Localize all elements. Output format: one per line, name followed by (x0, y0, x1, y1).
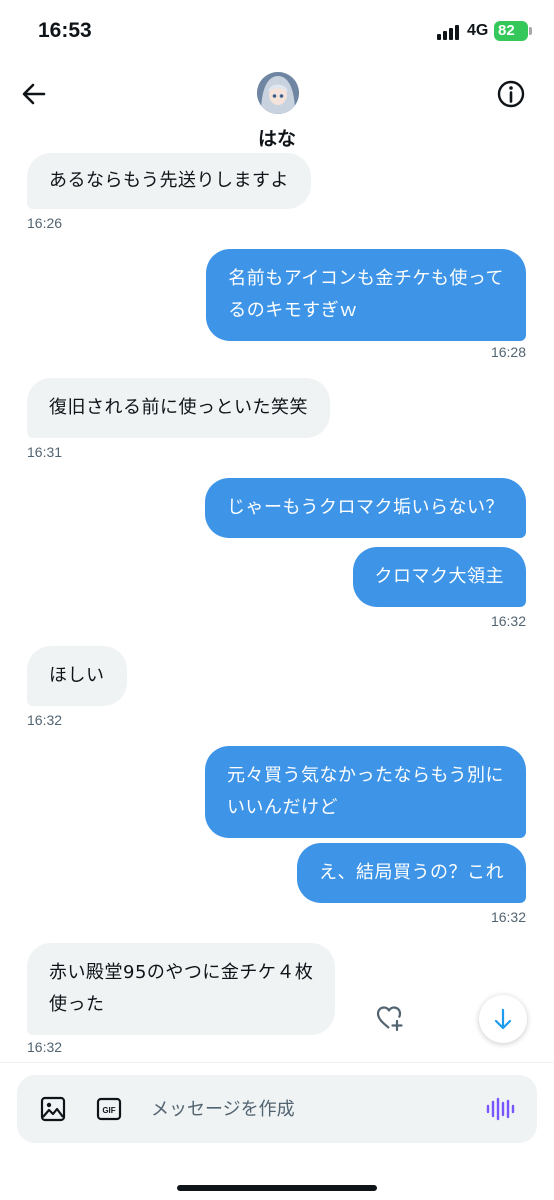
voice-wave-icon (486, 1097, 515, 1121)
message-input[interactable] (151, 1089, 471, 1129)
scroll-to-bottom-button[interactable] (479, 995, 527, 1043)
message-outgoing[interactable]: クロマク大領主 (352, 547, 526, 607)
gif-label: GIF (102, 1106, 115, 1115)
arrow-left-icon (22, 83, 46, 105)
conversation-header: はな (0, 64, 554, 160)
heart-plus-icon (376, 1006, 403, 1032)
message-incoming[interactable]: 復旧される前に使っといた笑笑 (27, 378, 330, 438)
home-indicator (177, 1185, 377, 1191)
back-button[interactable] (18, 78, 50, 110)
info-circle-icon (497, 80, 525, 108)
info-button[interactable] (495, 78, 527, 110)
voice-message-button[interactable] (485, 1095, 515, 1123)
network-type: 4G (467, 22, 489, 39)
message-line: いいんだけど (227, 797, 339, 818)
message-line: るのキモすぎｗ (228, 300, 358, 321)
status-bar: 16:53 4G 82 (0, 0, 554, 64)
message-outgoing[interactable]: じゃーもうクロマク垢いらない？ (205, 478, 526, 538)
battery-icon: 82 (494, 21, 528, 41)
message-line: 名前もアイコンも金チケも使って (228, 268, 504, 289)
signal-strength-icon (437, 24, 461, 40)
status-time: 16:53 (38, 19, 92, 42)
message-line: 赤い殿堂95のやつに金チケ４枚 (49, 962, 314, 983)
battery-tip (529, 27, 532, 35)
attach-gif-button[interactable]: GIF (96, 1096, 122, 1122)
message-line: 使った (49, 994, 105, 1015)
message-timestamp: 16:32 (27, 1039, 63, 1055)
message-timestamp: 16:28 (490, 344, 526, 360)
message-timestamp: 16:26 (27, 215, 63, 231)
composer-divider (0, 1062, 554, 1063)
attach-image-button[interactable] (39, 1095, 67, 1123)
message-outgoing[interactable]: え、結局買うの？これ (297, 843, 526, 903)
arrow-down-icon (494, 1008, 512, 1030)
message-timestamp: 16:32 (490, 613, 526, 629)
message-outgoing[interactable]: 元々買う気なかったならもう別に いいんだけど (205, 746, 526, 838)
contact-avatar[interactable] (257, 72, 299, 114)
add-reaction-button[interactable] (374, 1002, 406, 1034)
message-timestamp: 16:32 (27, 712, 63, 728)
message-line: 元々買う気なかったならもう別に (227, 765, 504, 786)
message-timestamp: 16:32 (490, 909, 526, 925)
message-timestamp: 16:31 (27, 444, 63, 460)
message-incoming[interactable]: あるならもう先送りしますよ (27, 153, 311, 209)
gif-icon: GIF (96, 1097, 122, 1121)
battery-level: 82 (498, 22, 515, 39)
message-incoming[interactable]: 赤い殿堂95のやつに金チケ４枚 使った (27, 943, 336, 1035)
message-outgoing[interactable]: 名前もアイコンも金チケも使って るのキモすぎｗ (206, 249, 526, 341)
contact-name[interactable]: はな (0, 124, 554, 151)
message-composer: GIF (17, 1075, 537, 1143)
message-incoming[interactable]: ほしい (27, 646, 127, 706)
image-icon (40, 1096, 66, 1122)
